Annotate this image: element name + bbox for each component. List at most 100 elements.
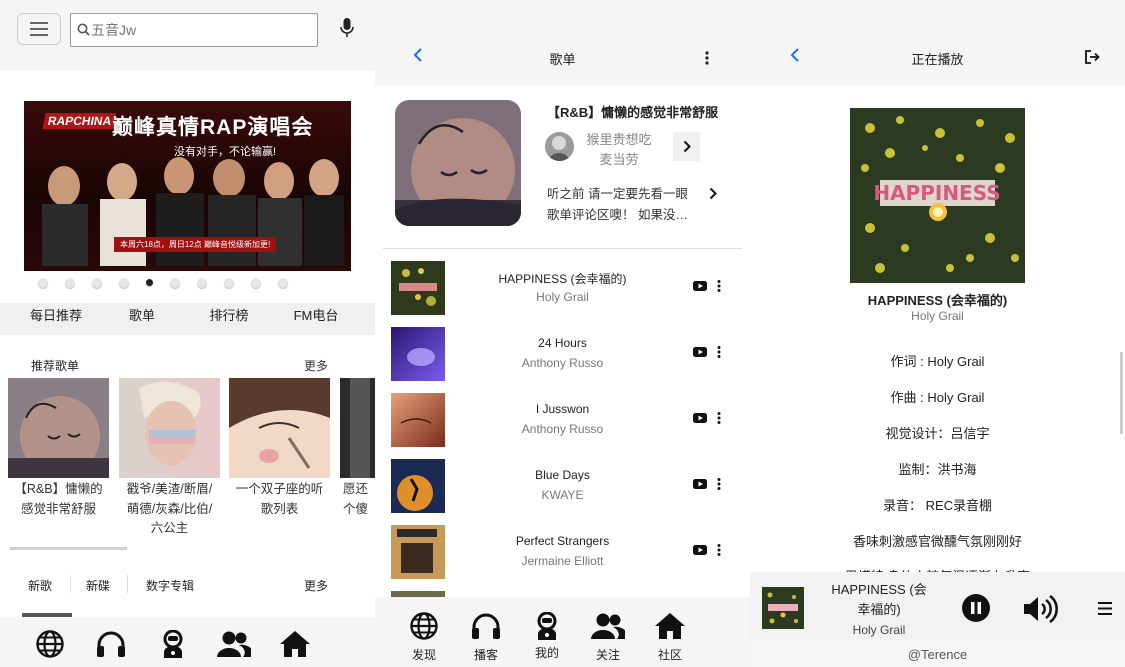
- tab-podcast[interactable]: 播客: [461, 612, 511, 663]
- tab-label: 我的: [534, 646, 559, 660]
- banner-dots[interactable]: [38, 278, 288, 288]
- horizontal-scrollbar[interactable]: [10, 547, 127, 550]
- video-icon[interactable]: [693, 413, 707, 423]
- playlist-menu-icon[interactable]: [1098, 602, 1112, 615]
- credit-text: @Terence: [907, 647, 968, 662]
- banner[interactable]: RAPCHINA 巅峰真情RAP演唱会 没有对手，不论输赢! 本周六18点，周日…: [24, 101, 351, 271]
- playlist-name: 六公主: [150, 521, 189, 535]
- volume-icon[interactable]: [1023, 595, 1059, 623]
- song-title: Blue Days: [535, 468, 590, 482]
- song-row[interactable]: HAPPINESS (会幸福的) Holy Grail: [375, 261, 750, 317]
- logout-icon[interactable]: [1085, 50, 1100, 64]
- now-playing-header: 正在播放: [750, 0, 1125, 85]
- song-artist: Holy Grail: [536, 290, 589, 304]
- more-vert-icon[interactable]: [717, 544, 721, 556]
- tab-follow[interactable]: 关注: [583, 612, 633, 663]
- tab-new-albums[interactable]: 新碟: [86, 577, 110, 594]
- song-row[interactable]: I Jusswon Anthony Russo: [375, 393, 750, 449]
- lyric-line: 监制：洪书海: [898, 462, 977, 477]
- player-title-line: 幸福的): [857, 602, 901, 617]
- banner-dot[interactable]: [146, 279, 153, 286]
- rec-title: 推荐歌单: [31, 359, 80, 373]
- more-vert-icon[interactable]: [717, 280, 721, 292]
- song-row[interactable]: 24 Hours Anthony Russo: [375, 327, 750, 383]
- song-title: I Jusswon: [535, 402, 590, 416]
- creator-name-line: 麦当劳: [599, 152, 639, 167]
- banner-dot[interactable]: [278, 278, 288, 288]
- tab-mine[interactable]: 我的: [522, 611, 572, 661]
- playlist-name: 戳爷/美渣/断眉/: [126, 482, 213, 496]
- lyric-line: 香味刺激感官微醺气氛刚刚好: [852, 534, 1022, 549]
- playlist-card[interactable]: 愿还 个傻: [340, 378, 375, 519]
- search-box[interactable]: [70, 13, 318, 47]
- banner-title: 巅峰真情RAP演唱会: [112, 116, 314, 139]
- more-vert-icon[interactable]: [717, 346, 721, 358]
- video-icon[interactable]: [693, 281, 707, 291]
- playlist-cover: [229, 378, 330, 478]
- banner-dot[interactable]: [65, 278, 75, 288]
- page-title: 正在播放: [911, 52, 964, 67]
- chevron-right-icon[interactable]: [709, 187, 717, 200]
- nav-fm[interactable]: FM电台: [286, 295, 346, 337]
- users-icon: [591, 613, 627, 639]
- search-icon: [77, 23, 90, 36]
- tab-new-songs[interactable]: 新歌: [28, 577, 52, 594]
- new-music-more-link[interactable]: 更多: [304, 577, 328, 594]
- banner-dot[interactable]: [38, 278, 48, 288]
- rec-more-link[interactable]: 更多: [304, 357, 328, 374]
- nav-charts[interactable]: 排行榜: [200, 295, 258, 337]
- tab-discover[interactable]: 发现: [399, 612, 449, 663]
- playlist-card[interactable]: 戳爷/美渣/断眉/萌德/灰森/比伯/六公主: [119, 378, 220, 539]
- mic-icon[interactable]: [340, 18, 354, 38]
- creator-arrow-button[interactable]: [673, 132, 700, 161]
- playlist-name: 个傻: [343, 501, 369, 516]
- song-artist: Anthony Russo: [521, 356, 604, 370]
- banner-dot[interactable]: [170, 278, 180, 288]
- video-icon[interactable]: [693, 479, 707, 489]
- robot-icon: [537, 611, 557, 640]
- banner-dot[interactable]: [92, 278, 102, 288]
- nav-daily[interactable]: 每日推荐: [24, 295, 88, 337]
- home-icon[interactable]: [279, 630, 311, 658]
- playlist-name: 【R&B】慵懒的: [14, 482, 103, 496]
- banner-dot[interactable]: [197, 278, 207, 288]
- playlist-card[interactable]: 【R&B】慵懒的 感觉非常舒服: [8, 378, 109, 519]
- tab-digital-albums[interactable]: 数字专辑: [146, 577, 194, 594]
- chevron-right-icon: [683, 140, 691, 153]
- playlist-card[interactable]: 一个双子座的听 歌列表: [229, 378, 330, 519]
- creator-name[interactable]: 猴里贵想吃 麦当劳: [583, 130, 655, 170]
- lyrics-scrollbar[interactable]: [1120, 352, 1123, 434]
- banner-dot[interactable]: [224, 278, 234, 288]
- users-icon[interactable]: [217, 630, 251, 658]
- menu-button[interactable]: [17, 13, 61, 45]
- mini-player: HAPPINESS (会 幸福的) Holy Grail: [750, 572, 1125, 640]
- player-cover[interactable]: [762, 587, 804, 629]
- robot-icon[interactable]: [160, 630, 186, 660]
- headphones-icon: [472, 613, 500, 639]
- song-row[interactable]: Perfect Strangers Jermaine Elliott: [375, 525, 750, 581]
- playlist-name: 歌列表: [260, 501, 299, 516]
- player-title-line: HAPPINESS (会: [831, 582, 927, 597]
- video-icon[interactable]: [693, 347, 707, 357]
- more-vert-icon[interactable]: [705, 51, 709, 65]
- more-vert-icon[interactable]: [717, 478, 721, 490]
- song-row[interactable]: Blue Days KWAYE: [375, 459, 750, 515]
- avatar[interactable]: [545, 132, 574, 161]
- lyric-line: 录音： REC录音棚: [882, 498, 993, 513]
- playlist-name: 萌德/灰森/比伯/: [126, 501, 213, 516]
- banner-dot[interactable]: [119, 278, 129, 288]
- search-input[interactable]: [91, 20, 311, 40]
- headphones-icon[interactable]: [96, 630, 126, 658]
- playlist-description[interactable]: 听之前 请一定要先看一眼 歌单评论区噢！ 如果没…: [547, 184, 707, 226]
- more-vert-icon[interactable]: [717, 412, 721, 424]
- video-icon[interactable]: [693, 545, 707, 555]
- page-title: 歌单: [549, 52, 576, 67]
- tab-community[interactable]: 社区: [645, 612, 695, 663]
- pause-icon[interactable]: [962, 594, 990, 622]
- banner-badge: RAPCHINA: [42, 113, 117, 129]
- banner-dot[interactable]: [251, 278, 261, 288]
- globe-icon[interactable]: [36, 630, 64, 658]
- tab-label: 关注: [595, 648, 620, 662]
- nav-playlist[interactable]: 歌单: [120, 295, 164, 337]
- description-line: 歌单评论区噢！ 如果没…: [547, 208, 688, 222]
